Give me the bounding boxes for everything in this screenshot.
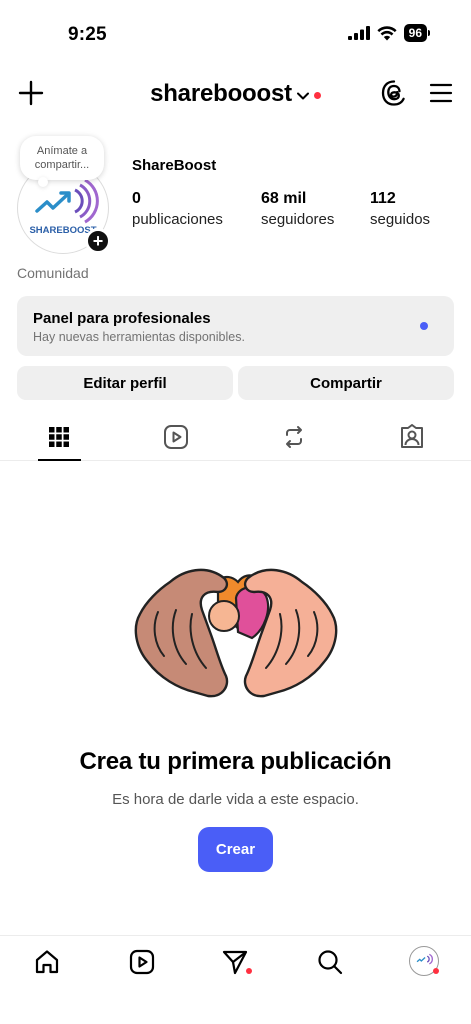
heart-hands-illustration xyxy=(134,568,338,698)
note-bubble[interactable]: Anímate a compartir... xyxy=(20,136,104,187)
share-profile-button[interactable]: Compartir xyxy=(238,366,454,400)
chevron-down-icon xyxy=(296,92,309,99)
menu-icon[interactable] xyxy=(429,81,453,105)
wifi-icon xyxy=(377,25,397,40)
shareboost-logo-small xyxy=(416,953,433,965)
stat-followers[interactable]: 68 mil seguidores xyxy=(261,190,334,228)
bottom-navigation xyxy=(0,935,471,1024)
search-icon[interactable] xyxy=(316,948,344,976)
notification-dot xyxy=(313,91,321,99)
add-story-button[interactable]: + xyxy=(85,228,111,254)
home-icon[interactable] xyxy=(33,948,61,976)
new-indicator-dot xyxy=(420,322,428,330)
profile-tabs xyxy=(0,418,471,461)
stat-value: 112 xyxy=(370,190,396,207)
battery-indicator: 96 xyxy=(403,24,431,42)
panel-title: Panel para profesionales xyxy=(33,310,211,327)
messages-icon[interactable] xyxy=(221,948,249,976)
tagged-icon[interactable] xyxy=(399,424,425,450)
profile-notification-dot xyxy=(433,968,439,974)
stat-value: 68 mil xyxy=(261,190,307,207)
stat-label: publicaciones xyxy=(132,211,223,228)
empty-state-title: Crea tu primera publicación xyxy=(79,748,392,775)
messages-notification-dot xyxy=(246,968,252,974)
edit-profile-button[interactable]: Editar perfil xyxy=(17,366,233,400)
empty-state-subtitle: Es hora de darle vida a este espacio. xyxy=(112,791,359,808)
reels-icon[interactable] xyxy=(128,948,156,976)
stat-value: 0 xyxy=(132,190,141,207)
stat-label: seguidos xyxy=(370,211,431,228)
status-time: 9:25 xyxy=(68,24,107,45)
profile-header: sharebooost xyxy=(0,70,471,116)
stat-following[interactable]: 112 seguidos xyxy=(370,190,430,228)
reposts-icon[interactable] xyxy=(281,424,307,450)
display-name: ShareBoost xyxy=(132,157,217,174)
panel-subtitle: Hay nuevas herramientas disponibles. xyxy=(33,330,245,344)
stat-posts[interactable]: 0 publicaciones xyxy=(132,190,223,228)
profile-category: Comunidad xyxy=(17,265,89,281)
professional-dashboard[interactable]: Panel para profesionales Hay nuevas herr… xyxy=(17,296,454,356)
status-bar: 9:25 96 xyxy=(0,0,471,64)
stat-label: seguidores xyxy=(261,211,335,228)
create-post-button[interactable]: Crear xyxy=(198,827,273,872)
status-icons: 96 xyxy=(347,24,431,42)
reels-icon[interactable] xyxy=(163,424,189,450)
username: sharebooost xyxy=(150,80,292,107)
grid-icon[interactable] xyxy=(46,424,72,450)
active-tab-indicator xyxy=(38,459,81,461)
threads-icon[interactable] xyxy=(380,79,408,107)
signal-icon xyxy=(347,26,370,40)
